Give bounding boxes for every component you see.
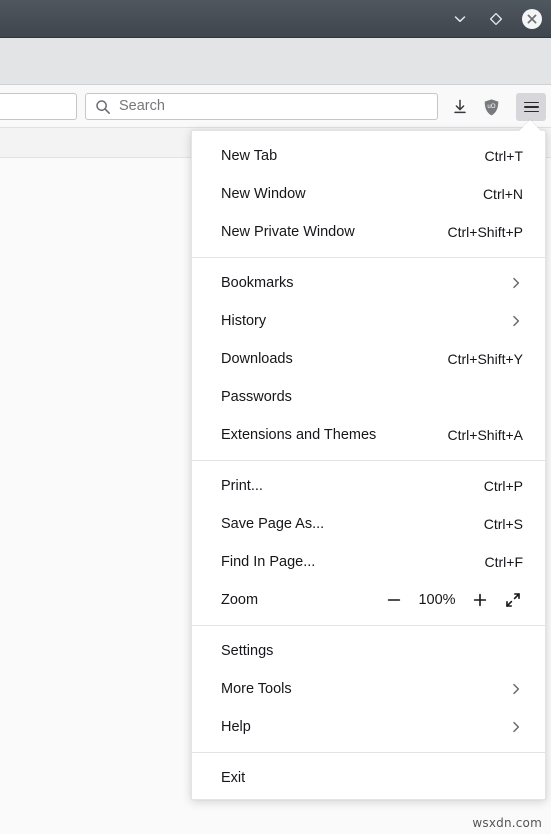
menu-item-new-window[interactable]: New Window Ctrl+N [192,175,545,213]
ublock-label: uO [487,102,495,109]
diamond-icon [489,12,503,26]
title-bar [0,0,551,38]
menu-item-label: New Private Window [221,224,355,240]
menu-item-shortcut: Ctrl+Shift+A [447,427,523,443]
fullscreen-expand-icon[interactable] [503,590,523,610]
menu-item-label: New Window [221,186,306,202]
maximize-button[interactable] [485,8,507,30]
menu-item-label: Find In Page... [221,554,316,570]
chevron-right-icon [509,314,523,328]
search-icon [96,99,110,114]
menu-item-label: Settings [221,643,274,659]
menu-item-help[interactable]: Help [192,708,545,746]
downloads-icon[interactable] [447,94,473,120]
minus-icon [387,599,401,601]
menu-item-zoom: Zoom 100% [192,581,545,619]
menu-item-label: Extensions and Themes [221,427,377,443]
menu-item-shortcut: Ctrl+S [483,516,523,532]
application-menu-panel: New Tab Ctrl+T New Window Ctrl+N New Private… [191,130,546,800]
menu-item-downloads[interactable]: Downloads Ctrl+Shift+Y [192,340,545,378]
menu-item-label: Save Page As... [221,516,325,532]
watermark: wsxdn.com [472,816,542,830]
window-controls [449,0,543,38]
ublock-origin-shield-icon[interactable]: uO [478,94,504,120]
menu-item-settings[interactable]: Settings [192,632,545,670]
menu-item-label: New Tab [221,148,278,164]
menu-item-save-page-as[interactable]: Save Page As... Ctrl+S [192,505,545,543]
menu-item-more-tools[interactable]: More Tools [192,670,545,708]
zoom-out-button[interactable] [384,590,404,610]
menu-item-label: Downloads [221,351,293,367]
menu-item-history[interactable]: History [192,302,545,340]
menu-item-label: Bookmarks [221,275,294,291]
menu-item-exit[interactable]: Exit [192,759,545,797]
menu-item-bookmarks[interactable]: Bookmarks [192,264,545,302]
zoom-level-value[interactable]: 100% [417,592,457,608]
menu-item-label: Passwords [221,389,292,405]
menu-item-label: Exit [221,770,246,786]
menu-item-label: History [221,313,267,329]
menu-item-new-private-window[interactable]: New Private Window Ctrl+Shift+P [192,213,545,251]
browser-window: Search uO New Tab Ctrl+T New Window Ctrl+N N… [0,0,551,834]
zoom-label: Zoom [221,592,259,608]
menu-item-label: More Tools [221,681,292,697]
close-button[interactable] [521,8,543,30]
chevron-right-icon [509,720,523,734]
minimize-button[interactable] [449,8,471,30]
close-circle-icon [522,9,542,29]
menu-item-extensions-and-themes[interactable]: Extensions and Themes Ctrl+Shift+A [192,416,545,454]
search-bar[interactable]: Search [85,93,438,120]
menu-item-find-in-page[interactable]: Find In Page... Ctrl+F [192,543,545,581]
plus-icon [473,593,487,607]
chevron-right-icon [509,276,523,290]
menu-separator [192,752,545,753]
hamburger-icon [523,99,539,116]
menu-pointer-arrow [519,120,541,131]
application-menu-button[interactable] [516,93,546,121]
zoom-in-button[interactable] [470,590,490,610]
menu-separator [192,257,545,258]
chevron-down-icon [454,16,466,23]
menu-item-print[interactable]: Print... Ctrl+P [192,467,545,505]
menu-item-shortcut: Ctrl+T [484,148,524,164]
menu-item-new-tab[interactable]: New Tab Ctrl+T [192,137,545,175]
menu-item-passwords[interactable]: Passwords [192,378,545,416]
menu-item-label: Print... [221,478,263,494]
menu-item-shortcut: Ctrl+N [482,186,523,202]
url-bar-input[interactable] [0,93,77,120]
search-input-placeholder: Search [119,98,165,115]
menu-separator [192,625,545,626]
menu-item-shortcut: Ctrl+Shift+Y [447,351,523,367]
menu-separator [192,460,545,461]
tab-strip[interactable] [0,38,551,85]
zoom-controls: 100% [384,590,523,610]
chevron-right-icon [509,682,523,696]
menu-item-label: Help [221,719,251,735]
navigation-toolbar: Search uO [0,85,551,128]
menu-item-shortcut: Ctrl+F [484,554,524,570]
menu-item-shortcut: Ctrl+Shift+P [447,224,523,240]
menu-item-shortcut: Ctrl+P [483,478,523,494]
